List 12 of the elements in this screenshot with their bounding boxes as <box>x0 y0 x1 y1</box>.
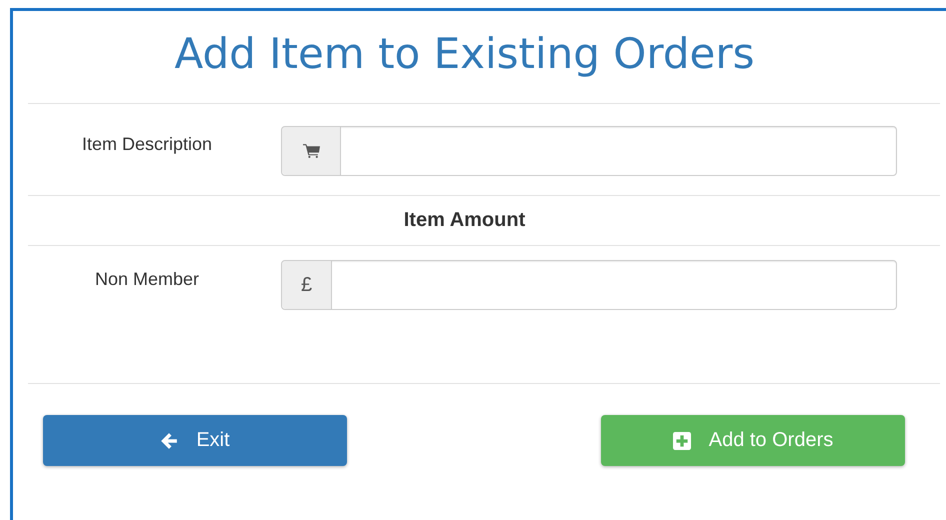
cart-icon <box>302 143 320 158</box>
add-button[interactable]: Add to Orders <box>601 415 905 466</box>
dialog-title: Add Item to Existing Orders <box>173 28 756 80</box>
exit-button[interactable]: Exit <box>43 415 347 466</box>
input-field[interactable]: £ <box>281 260 897 310</box>
input-field[interactable] <box>281 126 897 176</box>
arrow-left-icon <box>160 432 178 450</box>
section-heading: Item Amount <box>402 208 526 233</box>
plus-square-icon <box>672 432 691 450</box>
field-label: Non Member <box>94 268 200 290</box>
input-addon: £ <box>282 261 332 309</box>
field-label: Item Description <box>80 134 214 156</box>
